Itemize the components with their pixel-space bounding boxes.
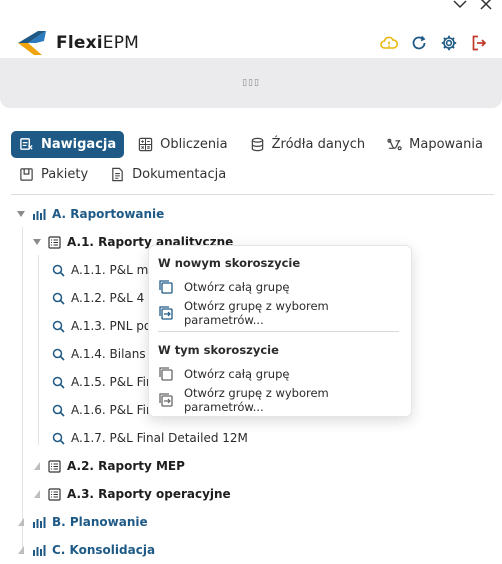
refresh-icon[interactable] bbox=[410, 34, 428, 52]
tab-label: Źródła danych bbox=[271, 136, 366, 152]
tab-label: Mapowania bbox=[409, 136, 483, 152]
report-label: A.1.7. P&L Final Detailed 12M bbox=[71, 431, 248, 445]
mapping-icon bbox=[387, 138, 402, 150]
folder-list-icon bbox=[48, 487, 61, 501]
app-logo: FlexiEPM bbox=[16, 29, 139, 57]
window-controls bbox=[452, 0, 494, 10]
search-icon bbox=[52, 264, 65, 277]
tree-node-raporty-operacyjne[interactable]: A.3. Raporty operacyjne bbox=[32, 487, 231, 501]
tree-guide bbox=[22, 227, 23, 553]
search-icon bbox=[52, 348, 65, 361]
tab-mapowania[interactable]: Mapowania bbox=[379, 131, 491, 158]
database-icon bbox=[251, 137, 263, 151]
tab-label: Dokumentacja bbox=[132, 166, 227, 182]
menu-item-label: Otwórz grupę z wyborem parametrów... bbox=[184, 386, 329, 414]
menu-item-open-all-same[interactable]: Otwórz całą grupę bbox=[158, 363, 403, 385]
flexiepm-logo-icon bbox=[18, 31, 46, 55]
tree-node-label: C. Konsolidacja bbox=[52, 543, 156, 557]
tree-node-planowanie[interactable]: B. Planowanie bbox=[16, 515, 148, 529]
menu-item-open-params-new[interactable]: Otwórz grupę z wyborem parametrów... bbox=[158, 299, 403, 327]
settings-gear-icon[interactable] bbox=[440, 34, 458, 52]
document-icon bbox=[112, 167, 123, 181]
expand-toggle-icon[interactable] bbox=[16, 517, 26, 527]
menu-separator bbox=[158, 331, 399, 332]
tab-label: Obliczenia bbox=[160, 136, 228, 152]
menu-item-label: Otwórz grupę z wyborem parametrów... bbox=[184, 299, 329, 327]
expand-toggle-icon[interactable] bbox=[32, 461, 42, 471]
report-item[interactable]: A.1.2. P&L 4 sc bbox=[52, 291, 161, 305]
search-icon bbox=[52, 320, 65, 333]
tree-node-raportowanie[interactable]: A. Raportowanie bbox=[16, 207, 164, 221]
bar-chart-icon bbox=[33, 209, 46, 220]
banner-text: ▯▯▯ bbox=[242, 78, 260, 88]
search-icon bbox=[52, 292, 65, 305]
report-item[interactable]: A.1.3. PNL po s bbox=[52, 319, 161, 333]
menu-item-open-all-new[interactable]: Otwórz całą grupę bbox=[158, 276, 403, 298]
info-banner: ▯▯▯ bbox=[0, 58, 502, 108]
tab-label: Pakiety bbox=[41, 166, 89, 182]
context-menu: W nowym skoroszycie Otwórz całą grupę Ot… bbox=[148, 245, 412, 417]
tab-zrodla-danych[interactable]: Źródła danych bbox=[242, 131, 374, 158]
tab-pakiety[interactable]: Pakiety bbox=[11, 161, 96, 188]
search-icon bbox=[52, 432, 65, 445]
app-header: FlexiEPM bbox=[16, 28, 488, 58]
tab-label: Nawigacja bbox=[41, 136, 117, 152]
expand-toggle-icon[interactable] bbox=[32, 237, 42, 247]
tree-node-label: A. Raportowanie bbox=[52, 207, 165, 221]
navigation-icon bbox=[20, 137, 33, 150]
open-with-params-icon bbox=[159, 393, 173, 407]
tree-node-raporty-mep[interactable]: A.2. Raporty MEP bbox=[32, 459, 185, 473]
search-icon bbox=[52, 404, 65, 417]
tab-obliczenia[interactable]: Obliczenia bbox=[130, 131, 236, 158]
folder-list-icon bbox=[48, 235, 61, 249]
logout-icon[interactable] bbox=[470, 34, 488, 52]
report-item[interactable]: A.1.6. P&L Fina bbox=[52, 403, 161, 417]
close-icon[interactable] bbox=[478, 0, 494, 10]
open-group-icon bbox=[159, 367, 173, 381]
expand-toggle-icon[interactable] bbox=[16, 209, 26, 219]
folder-list-icon bbox=[48, 459, 61, 473]
search-icon bbox=[52, 376, 65, 389]
main-tabs: Nawigacja Obliczenia Źródła danych Mapow… bbox=[11, 130, 494, 190]
package-icon bbox=[20, 167, 33, 181]
tab-dokumentacja[interactable]: Dokumentacja bbox=[102, 161, 234, 188]
menu-item-open-params-same[interactable]: Otwórz grupę z wyborem parametrów... bbox=[158, 386, 403, 414]
tab-nawigacja[interactable]: Nawigacja bbox=[11, 130, 125, 158]
tree-node-label: B. Planowanie bbox=[52, 515, 148, 529]
tabs-divider bbox=[11, 194, 494, 195]
open-with-params-icon bbox=[159, 306, 173, 320]
tree-node-label: A.3. Raporty operacyjne bbox=[67, 487, 231, 501]
expand-toggle-icon[interactable] bbox=[32, 489, 42, 499]
tree-node-label: A.2. Raporty MEP bbox=[67, 459, 185, 473]
chevron-down-icon[interactable] bbox=[452, 0, 468, 10]
report-item[interactable]: A.1.5. P&L Fina bbox=[52, 375, 161, 389]
tree-node-konsolidacja[interactable]: C. Konsolidacja bbox=[16, 543, 155, 557]
bar-chart-icon bbox=[33, 545, 46, 556]
expand-toggle-icon[interactable] bbox=[16, 545, 26, 555]
menu-item-label: Otwórz całą grupę bbox=[184, 280, 290, 294]
menu-item-label: Otwórz całą grupę bbox=[184, 367, 290, 381]
report-item[interactable]: A.1.7. P&L Final Detailed 12M bbox=[52, 431, 248, 445]
bar-chart-icon bbox=[33, 517, 46, 528]
calculator-icon bbox=[138, 137, 153, 151]
open-group-icon bbox=[159, 280, 173, 294]
report-item[interactable]: A.1.1. P&L mon bbox=[52, 263, 163, 277]
menu-heading-this-workbook: W tym skoroszycie bbox=[158, 343, 279, 357]
warning-cloud-icon[interactable] bbox=[380, 34, 398, 52]
tree-guide bbox=[38, 255, 39, 445]
menu-heading-new-workbook: W nowym skoroszycie bbox=[158, 256, 301, 270]
app-name: FlexiEPM bbox=[56, 33, 140, 53]
